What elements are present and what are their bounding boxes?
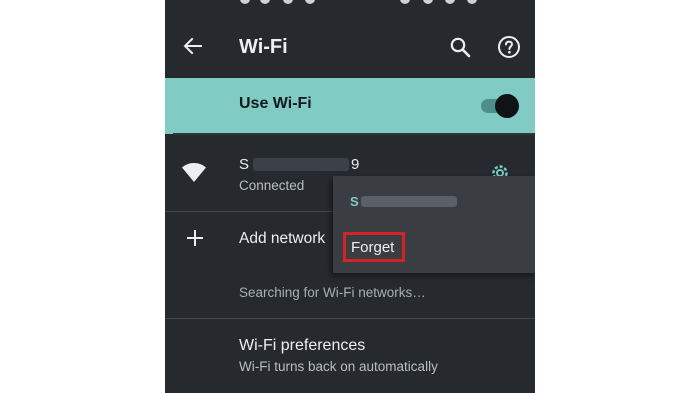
- searching-status: Searching for Wi-Fi networks…: [239, 285, 426, 300]
- wifi-preferences-subtitle: Wi-Fi turns back on automatically: [239, 359, 438, 374]
- wifi-preferences-title: Wi-Fi preferences: [239, 337, 366, 354]
- status-icon: [305, 0, 315, 4]
- forget-button[interactable]: Forget: [343, 232, 405, 262]
- network-popup-menu: S Forget: [333, 176, 535, 273]
- app-bar: Wi-Fi: [165, 8, 535, 78]
- add-network-label: Add network: [239, 230, 326, 247]
- search-icon[interactable]: [449, 36, 471, 58]
- use-wifi-row[interactable]: Use Wi-Fi: [165, 78, 535, 134]
- wifi-preferences-row[interactable]: Wi-Fi preferences Wi-Fi turns back on au…: [165, 319, 535, 393]
- help-icon[interactable]: [497, 35, 521, 59]
- network-ssid-end: 9: [351, 156, 360, 173]
- status-icon: [260, 0, 270, 4]
- status-icon: [283, 0, 293, 4]
- wifi-toggle[interactable]: [479, 94, 519, 118]
- popup-ssid-start: S: [350, 194, 359, 209]
- status-icon: [400, 0, 410, 4]
- status-icon: [240, 0, 250, 4]
- page-title: Wi-Fi: [239, 36, 288, 58]
- status-icon: [445, 0, 455, 4]
- wifi-settings-screen: Wi-Fi Use Wi-Fi S 9 Connected Add networ…: [165, 0, 535, 393]
- status-icon: [467, 0, 477, 4]
- status-icon: [423, 0, 433, 4]
- progress-underline: [173, 133, 535, 135]
- forget-label: Forget: [351, 239, 395, 256]
- toggle-thumb: [495, 94, 519, 118]
- wifi-signal-icon: [181, 162, 207, 184]
- blurred-ssid: [253, 158, 349, 171]
- network-ssid-start: S: [239, 156, 250, 173]
- status-bar: [165, 0, 535, 8]
- back-arrow-icon[interactable]: [183, 36, 203, 56]
- use-wifi-label: Use Wi-Fi: [239, 95, 312, 112]
- plus-icon: [185, 228, 205, 248]
- blurred-ssid: [361, 196, 457, 207]
- network-status: Connected: [239, 178, 305, 193]
